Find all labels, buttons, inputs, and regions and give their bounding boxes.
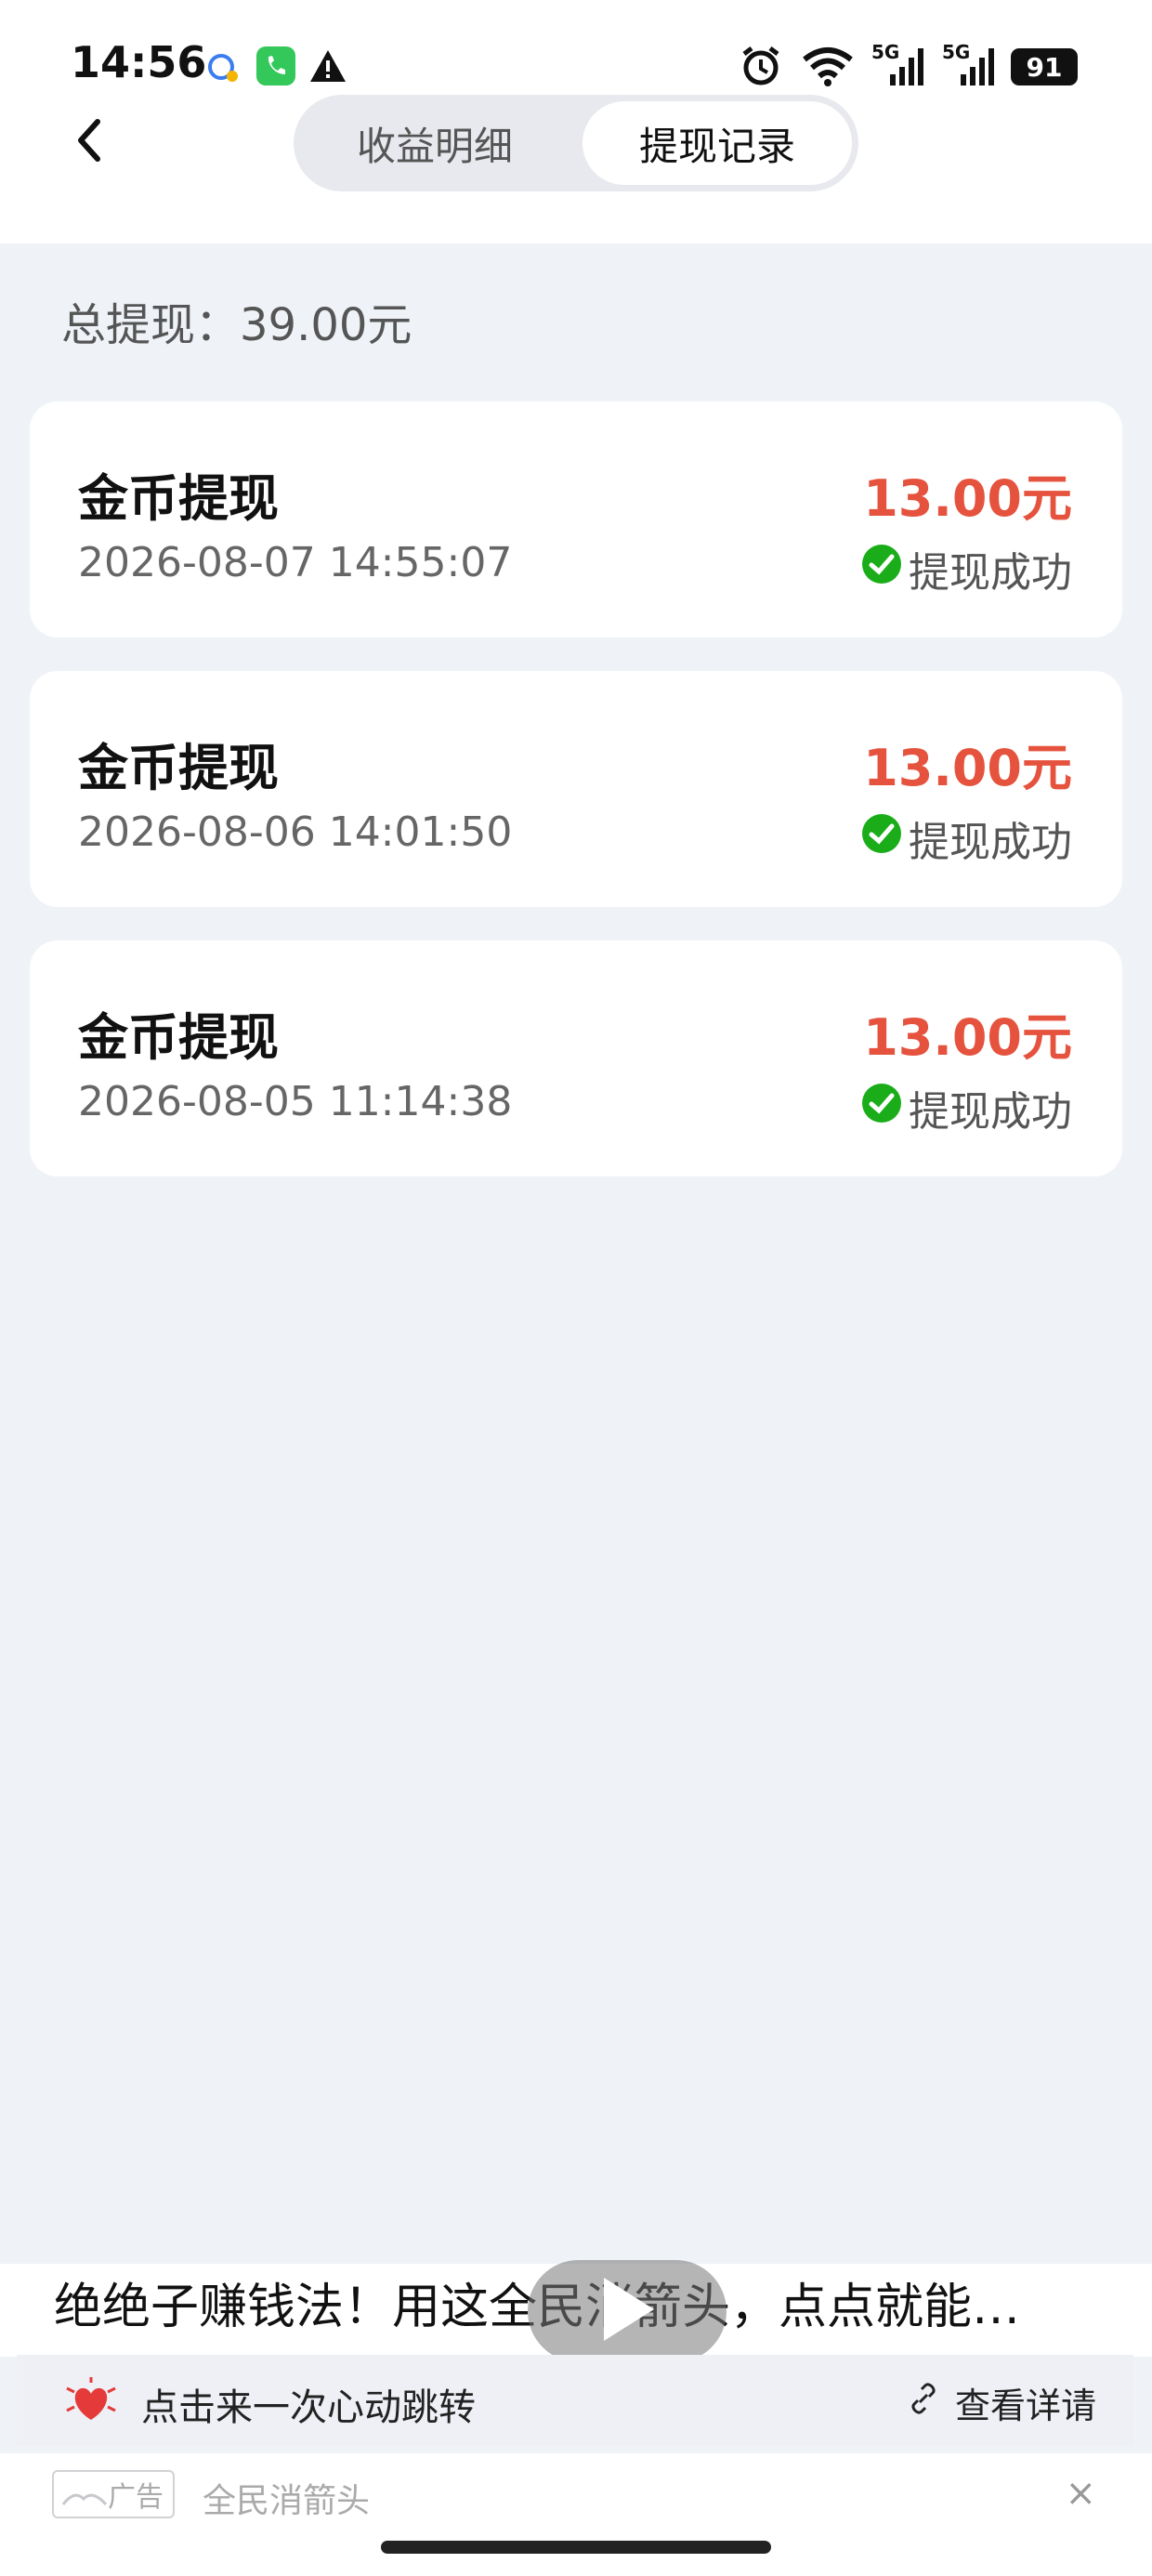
record-datetime: 2026-08-05 11:14:38 [78, 1078, 513, 1125]
ad-footer: 广告 全民消箭头 × [0, 2453, 1152, 2576]
play-icon [595, 2272, 660, 2350]
record-status-text: 提现成功 [909, 549, 1072, 597]
withdrawal-record-card[interactable]: 金币提现 2026-08-07 14:55:07 13.00元 提现成功 [30, 401, 1122, 637]
status-time: 14:56 [71, 37, 207, 87]
record-title: 金币提现 [78, 1008, 279, 1067]
network-label-1: 5G [871, 41, 900, 63]
ad-detail-text: 查看详请 [954, 2385, 1096, 2426]
record-status-text: 提现成功 [909, 819, 1072, 866]
ad-video-play-button[interactable] [528, 2260, 727, 2362]
heart-sparkle-icon [63, 2375, 119, 2431]
link-icon [905, 2380, 942, 2425]
ad-logo-icon [61, 2483, 108, 2516]
record-title: 金币提现 [78, 469, 279, 528]
alarm-icon [740, 45, 782, 91]
record-status: 提现成功 [860, 1078, 1072, 1137]
phone-app-icon [256, 46, 295, 89]
record-status: 提现成功 [860, 808, 1072, 868]
withdrawal-record-card[interactable]: 金币提现 2026-08-05 11:14:38 13.00元 提现成功 [30, 940, 1122, 1176]
success-check-icon [860, 1082, 903, 1135]
battery-icon: 91 [1011, 48, 1078, 85]
ad-action-text: 点击来一次心动跳转 [141, 2386, 476, 2429]
back-button[interactable] [61, 110, 117, 175]
success-check-icon [860, 543, 903, 596]
record-title: 金币提现 [78, 739, 279, 797]
ad-badge: 广告 [52, 2470, 175, 2518]
record-status: 提现成功 [860, 539, 1072, 598]
success-check-icon [860, 812, 903, 865]
record-amount: 13.00元 [863, 469, 1072, 528]
record-amount: 13.00元 [863, 1008, 1072, 1067]
ad-badge-text: 广告 [108, 2481, 164, 2514]
warning-icon [308, 48, 347, 87]
chat-bubble-icon [204, 52, 242, 89]
withdrawal-record-card[interactable]: 金币提现 2026-08-06 14:01:50 13.00元 提现成功 [30, 671, 1122, 907]
tab-earnings-detail[interactable]: 收益明细 [300, 101, 569, 185]
network-label-2: 5G [942, 41, 971, 63]
ad-action-bar[interactable]: 点击来一次心动跳转 查看详请 [17, 2355, 1133, 2446]
record-status-text: 提现成功 [909, 1088, 1072, 1136]
ad-source: 全民消箭头 [203, 2482, 371, 2520]
tab-switcher: 收益明细 提现记录 [294, 95, 858, 191]
record-datetime: 2026-08-06 14:01:50 [78, 808, 513, 856]
record-amount: 13.00元 [863, 739, 1072, 797]
home-indicator[interactable] [381, 2541, 771, 2554]
chevron-left-icon [75, 118, 103, 166]
total-withdrawal-summary: 总提现：39.00元 [61, 299, 412, 351]
ad-view-detail-link[interactable]: 查看详请 [905, 2377, 1096, 2428]
tab-withdrawal-records[interactable]: 提现记录 [583, 101, 852, 185]
record-datetime: 2026-08-07 14:55:07 [78, 539, 513, 586]
ad-close-button[interactable]: × [1065, 2472, 1096, 2515]
wifi-icon [801, 46, 855, 91]
